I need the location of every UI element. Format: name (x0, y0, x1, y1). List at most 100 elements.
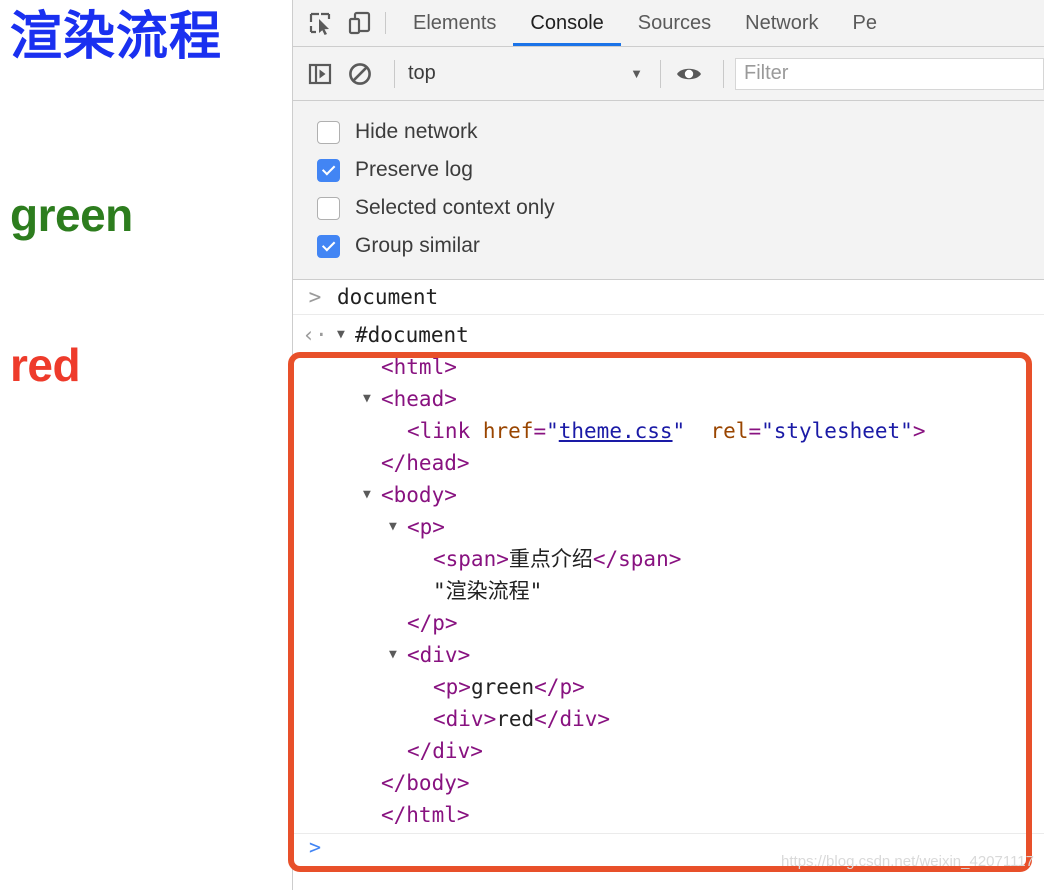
checkbox-group-similar[interactable] (317, 234, 340, 258)
dom-tag: <html> (381, 355, 457, 379)
dom-root-label: #document (355, 323, 469, 347)
rendered-page-area: 渲染流程 green red (0, 0, 292, 890)
dom-tree-line[interactable]: </body> (293, 767, 1044, 799)
dom-tree-line[interactable]: ▼ <body> (293, 479, 1044, 511)
show-console-sidebar-icon[interactable] (303, 57, 337, 91)
dom-tree-line[interactable]: </p> (293, 607, 1044, 639)
dom-tag: </html> (381, 803, 470, 827)
dom-attr-value: "stylesheet" (761, 419, 913, 443)
dom-tag: <p> (407, 515, 445, 539)
console-input-arrow-icon: > (308, 285, 322, 309)
option-label-selected-context-only: Selected context only (355, 196, 555, 219)
dom-tag: = (748, 419, 762, 443)
dom-tree-lines: ‹· ▼ #document <html> ▼ <head> <link href = " the… (293, 319, 1044, 831)
dom-tree-line[interactable]: <div> red </div> (293, 703, 1044, 735)
console-input-echo: > document (293, 280, 1044, 315)
dom-tag: > (912, 419, 926, 443)
dom-tag (685, 415, 710, 447)
dom-attr-name: rel (710, 419, 749, 443)
option-label-preserve-log: Preserve log (355, 158, 473, 181)
console-toolbar: top ▼ Filter (293, 47, 1044, 101)
dom-tag: </p> (534, 675, 585, 699)
dom-attr-value: " (546, 419, 559, 443)
dom-attr-name: href (482, 419, 534, 443)
disclosure-triangle-icon[interactable]: ▼ (389, 639, 407, 671)
page-text-red: red (10, 339, 81, 391)
devtools-tabbar: Elements Console Sources Network Pe (293, 0, 1044, 47)
disclosure-triangle-icon[interactable]: ▼ (363, 479, 381, 511)
disclosure-triangle-icon[interactable]: ▼ (363, 383, 381, 415)
console-output-dom-tree[interactable]: ‹· ▼ #document <html> ▼ <head> <link href = " the… (293, 315, 1044, 834)
tab-sources[interactable]: Sources (621, 0, 728, 46)
devtools-panel: Elements Console Sources Network Pe top … (292, 0, 1044, 890)
option-hide-network[interactable]: Hide network (305, 113, 1044, 151)
dom-tree-line[interactable]: <p> green </p> (293, 671, 1044, 703)
devtools-tab-list: Elements Console Sources Network Pe (396, 0, 894, 46)
console-toolbar-divider-3 (723, 59, 724, 88)
dom-tag: <body> (381, 483, 457, 507)
live-expression-eye-icon[interactable] (672, 57, 706, 91)
console-input-text: document (337, 285, 439, 309)
execution-context-value: top (408, 62, 436, 84)
dom-tree-line[interactable]: </head> (293, 447, 1044, 479)
console-prompt-arrow-icon: > (308, 835, 322, 859)
tab-elements[interactable]: Elements (396, 0, 513, 46)
dom-text-node: green (470, 675, 535, 699)
dom-tag: <link (407, 419, 483, 443)
clear-console-icon[interactable] (343, 57, 377, 91)
dom-attr-link[interactable]: theme.css (559, 415, 673, 447)
chevron-down-icon: ▼ (630, 66, 643, 81)
dom-tag: </div> (407, 739, 483, 763)
dom-tag: </p> (407, 611, 458, 635)
watermark-text: https://blog.csdn.net/weixin_42071117 (781, 853, 1034, 870)
dom-tree-line[interactable]: ▼ <div> (293, 639, 1044, 671)
dom-tag: <head> (381, 387, 457, 411)
dom-tree-line[interactable]: ‹· ▼ #document (293, 319, 1044, 351)
dom-tag: <span> (433, 547, 509, 571)
checkbox-hide-network[interactable] (317, 120, 340, 144)
option-label-hide-network: Hide network (355, 120, 478, 143)
execution-context-select[interactable]: top ▼ (406, 62, 649, 85)
console-output-arrow-icon: ‹· (302, 323, 328, 347)
checkbox-preserve-log[interactable] (317, 158, 340, 182)
page-heading-render-flow: 渲染流程 (10, 8, 223, 66)
console-toolbar-divider-1 (394, 59, 395, 88)
dom-tag: </body> (381, 771, 470, 795)
dom-tree-line[interactable]: <link href = " theme.css " rel = "stylesheet" > (293, 415, 1044, 447)
dom-tree-line[interactable]: "渲染流程" (293, 575, 1044, 607)
tabbar-divider (385, 12, 386, 34)
page-text-green: green (10, 189, 133, 241)
dom-tag: <p> (433, 675, 471, 699)
devtools-tool-icons (301, 0, 383, 46)
option-group-similar[interactable]: Group similar (305, 227, 1044, 265)
dom-tree-line[interactable]: </div> (293, 735, 1044, 767)
dom-text-node: red (496, 707, 535, 731)
disclosure-triangle-icon[interactable]: ▼ (389, 511, 407, 543)
dom-tree-line[interactable]: ▼ <p> (293, 511, 1044, 543)
dom-text-node: "渲染流程" (433, 579, 543, 603)
tab-console[interactable]: Console (513, 0, 622, 46)
dom-tree-line[interactable]: ▼ <head> (293, 383, 1044, 415)
dom-tag: </head> (381, 451, 470, 475)
filter-input[interactable]: Filter (735, 57, 1044, 90)
disclosure-triangle-icon[interactable]: ▼ (337, 319, 355, 351)
dom-tree-line[interactable]: </html> (293, 799, 1044, 831)
dom-tag: = (533, 419, 547, 443)
checkbox-selected-context-only[interactable] (317, 196, 340, 220)
console-settings-options: Hide network Preserve log Selected conte… (293, 101, 1044, 280)
option-preserve-log[interactable]: Preserve log (305, 151, 1044, 189)
dom-text-node: 重点介绍 (508, 547, 593, 571)
dom-attr-value: " (672, 419, 686, 443)
dom-tag: </span> (592, 547, 682, 571)
dom-tag: <div> (433, 707, 497, 731)
dom-tag: <div> (407, 643, 471, 667)
device-toolbar-icon[interactable] (345, 8, 375, 38)
tab-network[interactable]: Network (728, 0, 835, 46)
tab-performance[interactable]: Pe (836, 0, 894, 46)
dom-tree-line[interactable]: <html> (293, 351, 1044, 383)
inspect-element-icon[interactable] (305, 8, 335, 38)
console-message-list[interactable]: > document ‹· ▼ #document <html> ▼ <head> <lin… (293, 280, 1044, 890)
console-toolbar-divider-2 (660, 59, 661, 88)
option-selected-context-only[interactable]: Selected context only (305, 189, 1044, 227)
dom-tree-line[interactable]: <span> 重点介绍 </span> (293, 543, 1044, 575)
